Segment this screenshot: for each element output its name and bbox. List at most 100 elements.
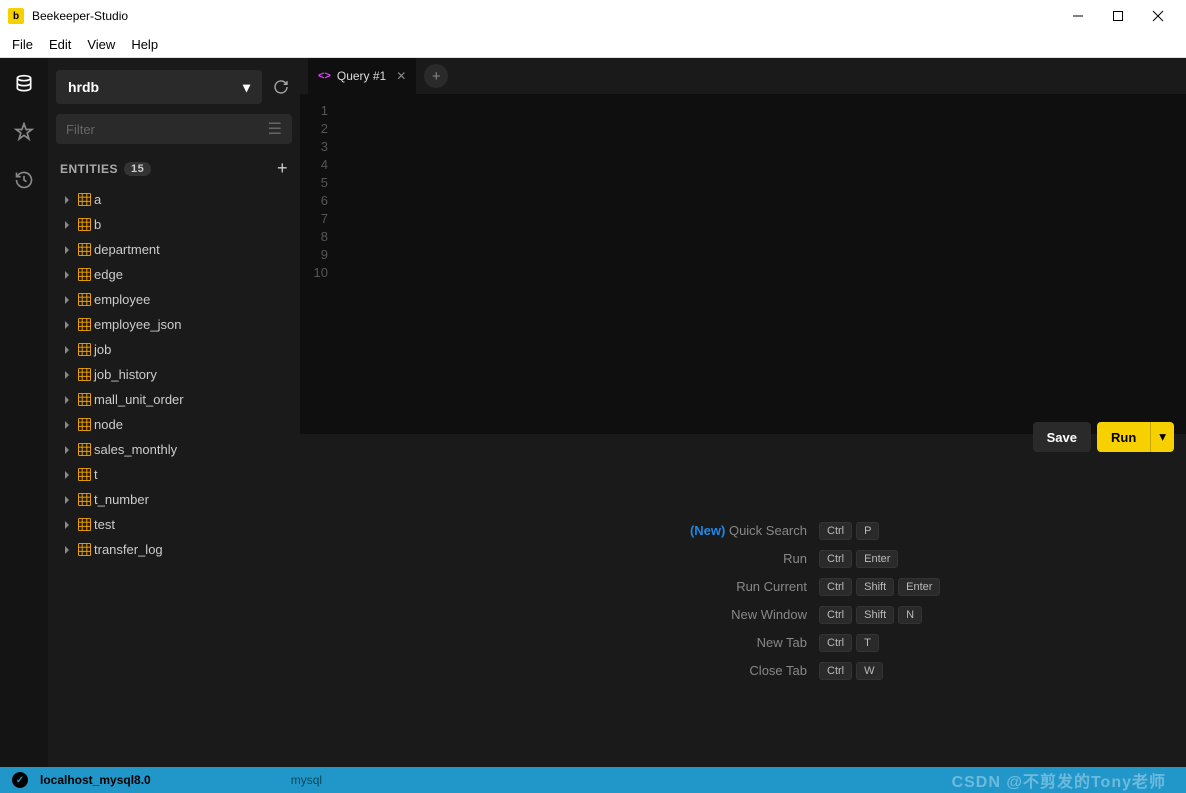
results-panel: (New) Quick SearchCtrlP RunCtrlEnter Run C… (300, 434, 1186, 767)
chevron-right-icon (60, 271, 74, 279)
chevron-right-icon (60, 371, 74, 379)
entity-item[interactable]: t_number (56, 487, 292, 512)
menu-view[interactable]: View (79, 35, 123, 54)
add-entity-button[interactable]: + (277, 158, 288, 179)
entity-name: mall_unit_order (94, 392, 184, 407)
entity-item[interactable]: transfer_log (56, 537, 292, 562)
table-icon (74, 193, 94, 206)
entity-name: a (94, 192, 101, 207)
menu-edit[interactable]: Edit (41, 35, 79, 54)
tab-close-button[interactable]: ✕ (396, 69, 406, 83)
chevron-right-icon (60, 246, 74, 254)
entity-item[interactable]: a (56, 187, 292, 212)
main-area: <> Query #1 ✕ + 12345678910 Save Run ▾ (… (300, 58, 1186, 767)
entity-item[interactable]: b (56, 212, 292, 237)
chevron-right-icon (60, 296, 74, 304)
keyboard-key: Ctrl (819, 578, 852, 596)
sql-editor[interactable]: 12345678910 Save Run ▾ (300, 94, 1186, 434)
entity-item[interactable]: t (56, 462, 292, 487)
table-icon (74, 318, 94, 331)
entity-name: department (94, 242, 160, 257)
iconbar-history[interactable] (10, 166, 38, 194)
star-icon (14, 122, 34, 142)
keyboard-key: P (856, 522, 879, 540)
table-icon (74, 293, 94, 306)
entity-item[interactable]: employee_json (56, 312, 292, 337)
chevron-down-icon: ▾ (243, 79, 250, 96)
keyboard-key: Ctrl (819, 606, 852, 624)
statusbar: ✓ localhost_mysql8.0 mysql CSDN @不剪发的Ton… (0, 767, 1186, 793)
entity-name: b (94, 217, 101, 232)
save-button[interactable]: Save (1033, 422, 1091, 452)
shortcuts-list: (New) Quick SearchCtrlP RunCtrlEnter Run C… (647, 522, 959, 680)
chevron-right-icon (60, 396, 74, 404)
window-titlebar: b Beekeeper-Studio (0, 0, 1186, 32)
entity-item[interactable]: edge (56, 262, 292, 287)
chevron-right-icon (60, 346, 74, 354)
entity-name: employee_json (94, 317, 181, 332)
run-dropdown-button[interactable]: ▾ (1150, 422, 1174, 452)
chevron-right-icon (60, 446, 74, 454)
window-title: Beekeeper-Studio (32, 9, 1058, 23)
entity-item[interactable]: mall_unit_order (56, 387, 292, 412)
keyboard-key: Ctrl (819, 634, 852, 652)
iconbar (0, 58, 48, 767)
window-close-button[interactable] (1138, 2, 1178, 30)
add-tab-button[interactable]: + (424, 64, 448, 88)
keyboard-key: T (856, 634, 879, 652)
filter-box[interactable]: ☰ (56, 114, 292, 144)
database-select[interactable]: hrdb ▾ (56, 70, 262, 104)
entity-item[interactable]: job_history (56, 362, 292, 387)
chevron-right-icon (60, 521, 74, 529)
filter-input[interactable] (66, 122, 268, 137)
filter-options-icon[interactable]: ☰ (268, 119, 282, 139)
menu-file[interactable]: File (4, 35, 41, 54)
window-maximize-button[interactable] (1098, 2, 1138, 30)
table-icon (74, 443, 94, 456)
chevron-right-icon (60, 196, 74, 204)
table-icon (74, 268, 94, 281)
shortcut-row: Run CurrentCtrlShiftEnter (647, 578, 959, 596)
entity-item[interactable]: test (56, 512, 292, 537)
keyboard-key: N (898, 606, 922, 624)
app-icon: b (8, 8, 24, 24)
iconbar-database[interactable] (10, 70, 38, 98)
database-icon (14, 74, 34, 94)
table-icon (74, 368, 94, 381)
table-icon (74, 493, 94, 506)
table-icon (74, 468, 94, 481)
entity-item[interactable]: sales_monthly (56, 437, 292, 462)
table-icon (74, 543, 94, 556)
shortcut-row: (New) Quick SearchCtrlP (647, 522, 959, 540)
menu-help[interactable]: Help (123, 35, 166, 54)
status-connected-icon: ✓ (12, 772, 28, 788)
iconbar-favorites[interactable] (10, 118, 38, 146)
entity-item[interactable]: job (56, 337, 292, 362)
entity-item[interactable]: node (56, 412, 292, 437)
status-engine: mysql (291, 773, 322, 787)
entity-item[interactable]: department (56, 237, 292, 262)
refresh-button[interactable] (270, 76, 292, 98)
keyboard-key: Enter (898, 578, 940, 596)
database-select-label: hrdb (68, 79, 243, 95)
window-minimize-button[interactable] (1058, 2, 1098, 30)
table-icon (74, 418, 94, 431)
refresh-icon (273, 79, 289, 95)
entity-name: sales_monthly (94, 442, 177, 457)
chevron-right-icon (60, 221, 74, 229)
editor-body[interactable] (336, 94, 1186, 434)
keyboard-key: Shift (856, 578, 894, 596)
entity-item[interactable]: employee (56, 287, 292, 312)
tab-query-1[interactable]: <> Query #1 ✕ (308, 58, 416, 94)
table-icon (74, 343, 94, 356)
shortcut-row: New WindowCtrlShiftN (647, 606, 959, 624)
chevron-right-icon (60, 496, 74, 504)
keyboard-key: Ctrl (819, 662, 852, 680)
menubar: File Edit View Help (0, 32, 1186, 58)
chevron-right-icon (60, 321, 74, 329)
shortcut-row: RunCtrlEnter (647, 550, 959, 568)
shortcut-row: Close TabCtrlW (647, 662, 959, 680)
entity-name: node (94, 417, 123, 432)
run-button[interactable]: Run (1097, 422, 1150, 452)
status-connection[interactable]: localhost_mysql8.0 (40, 773, 151, 787)
